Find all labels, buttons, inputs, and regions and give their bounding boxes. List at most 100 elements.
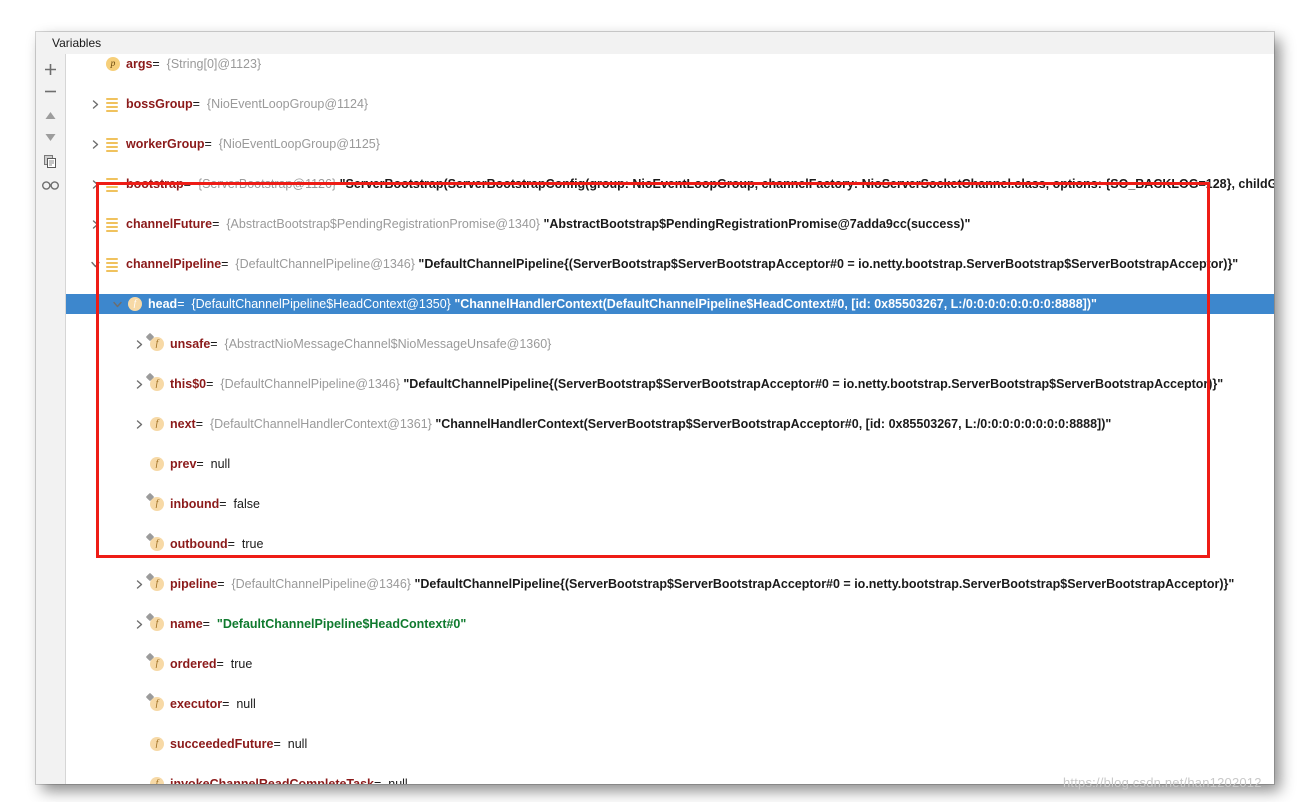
chevron-right-icon[interactable] <box>132 414 146 434</box>
variable-name: head <box>148 297 178 311</box>
tree-row[interactable]: bootstrap = {ServerBootstrap@1126} "Serv… <box>66 174 1274 194</box>
move-up-button[interactable] <box>36 105 65 125</box>
tree-row[interactable]: f inbound = false <box>66 494 1274 514</box>
chevron-right-icon[interactable] <box>88 214 102 234</box>
variable-name: prev <box>170 457 197 471</box>
remove-watch-button[interactable] <box>36 81 65 101</box>
literal-value: false <box>233 497 260 511</box>
variable-name: args <box>126 57 153 71</box>
object-reference: {DefaultChannelHandlerContext@1361} <box>209 417 432 431</box>
variable-name: this$0 <box>170 377 207 391</box>
minus-icon <box>44 85 57 98</box>
string-value: "ChannelHandlerContext(DefaultChannelPip… <box>454 297 1097 311</box>
tree-row[interactable]: f prev = null <box>66 454 1274 474</box>
variable-name: bootstrap <box>126 177 184 191</box>
field-badge-icon: f <box>150 337 164 351</box>
tree-row[interactable]: bossGroup = {NioEventLoopGroup@1124} <box>66 94 1274 114</box>
tree-row[interactable]: channelPipeline = {DefaultChannelPipelin… <box>66 254 1274 274</box>
chevron-right-icon[interactable] <box>88 174 102 194</box>
equals-sign: = <box>212 217 220 231</box>
tree-row[interactable]: f name = "DefaultChannelPipeline$HeadCont… <box>66 614 1274 634</box>
chevron-right-icon[interactable] <box>132 374 146 394</box>
object-reference: {DefaultChannelPipeline@1346} <box>235 257 415 271</box>
equals-sign: = <box>152 57 160 71</box>
tree-row[interactable]: f next = {DefaultChannelHandlerContext@13… <box>66 414 1274 434</box>
equals-sign: = <box>183 177 191 191</box>
variables-toolbar <box>36 54 66 784</box>
chevron-down-icon[interactable] <box>88 254 102 274</box>
object-list-icon <box>106 98 118 112</box>
field-badge-icon: f <box>150 657 164 671</box>
tree-row[interactable]: f unsafe = {AbstractNioMessageChannel$Nio… <box>66 334 1274 354</box>
object-reference: {NioEventLoopGroup@1125} <box>218 137 380 151</box>
string-value: "DefaultChannelPipeline$HeadContext#0" <box>216 617 467 631</box>
tree-row[interactable]: f succeededFuture = null <box>66 734 1274 754</box>
variable-name: pipeline <box>170 577 218 591</box>
equals-sign: = <box>216 657 224 671</box>
object-reference: {AbstractNioMessageChannel$NioMessageUns… <box>224 337 552 351</box>
object-reference: {DefaultChannelPipeline@1346} <box>220 377 400 391</box>
object-reference: {DefaultChannelPipeline@1346} <box>231 577 411 591</box>
equals-sign: = <box>202 617 210 631</box>
variable-name: ordered <box>170 657 217 671</box>
tree-row[interactable]: f outbound = true <box>66 534 1274 554</box>
variable-name: succeededFuture <box>170 737 274 751</box>
variables-tree[interactable]: p args = {String[0]@1123} bossGroup = {Nio… <box>66 54 1274 784</box>
object-list-icon <box>106 178 118 192</box>
variable-name: bossGroup <box>126 97 193 111</box>
equals-sign: = <box>177 297 185 311</box>
tab-bar: Variables <box>36 32 1274 55</box>
chevron-right-icon[interactable] <box>88 134 102 154</box>
tree-row[interactable]: f head = {DefaultChannelPipeline$HeadCont… <box>66 294 1274 314</box>
watermark-text: https://blog.csdn.net/han1202012 <box>1063 775 1262 790</box>
move-down-button[interactable] <box>36 127 65 147</box>
tree-row[interactable]: f executor = null <box>66 694 1274 714</box>
tree-row[interactable]: f pipeline = {DefaultChannelPipeline@1346… <box>66 574 1274 594</box>
variable-name: outbound <box>170 537 228 551</box>
field-badge-icon: f <box>150 537 164 551</box>
string-value: "ServerBootstrap(ServerBootstrapConfig(g… <box>339 177 1274 191</box>
chevron-right-icon[interactable] <box>88 94 102 114</box>
field-badge-icon: f <box>128 297 142 311</box>
field-badge-icon: f <box>150 577 164 591</box>
equals-sign: = <box>195 417 204 431</box>
chevron-down-icon[interactable] <box>110 294 124 314</box>
equals-sign: = <box>206 377 214 391</box>
equals-sign: = <box>192 97 200 111</box>
string-value: "DefaultChannelPipeline{(ServerBootstrap… <box>414 577 1235 591</box>
glasses-icon <box>42 180 59 191</box>
add-watch-button[interactable] <box>36 59 65 79</box>
copy-value-button[interactable] <box>36 151 65 171</box>
tree-row[interactable]: workerGroup = {NioEventLoopGroup@1125} <box>66 134 1274 154</box>
field-badge-icon: f <box>150 777 164 784</box>
equals-sign: = <box>204 137 212 151</box>
inspect-watches-button[interactable] <box>36 175 65 195</box>
variable-name: unsafe <box>170 337 211 351</box>
literal-value: null <box>210 457 231 471</box>
plus-icon <box>44 63 57 76</box>
field-badge-icon: f <box>150 497 164 511</box>
object-reference: {NioEventLoopGroup@1124} <box>206 97 369 111</box>
variable-name: workerGroup <box>126 137 205 151</box>
tab-variables[interactable]: Variables <box>42 32 112 54</box>
variables-panel: Variables p args = {String[0]@1123} bossGr… <box>36 32 1274 784</box>
tree-row[interactable]: f this$0 = {DefaultChannelPipeline@1346} … <box>66 374 1274 394</box>
equals-sign: = <box>210 337 218 351</box>
string-value: "AbstractBootstrap$PendingRegistrationPr… <box>543 217 971 231</box>
literal-value: true <box>230 657 253 671</box>
chevron-right-icon[interactable] <box>132 614 146 634</box>
parameter-badge-icon: p <box>106 57 120 71</box>
field-badge-icon: f <box>150 377 164 391</box>
arrow-up-icon <box>44 110 57 121</box>
tree-row[interactable]: channelFuture = {AbstractBootstrap$Pendi… <box>66 214 1274 234</box>
tree-row[interactable]: p args = {String[0]@1123} <box>66 54 1274 74</box>
string-value: "DefaultChannelPipeline{(ServerBootstrap… <box>403 377 1224 391</box>
field-badge-icon: f <box>150 737 164 751</box>
chevron-right-icon[interactable] <box>132 334 146 354</box>
tree-row[interactable]: f ordered = true <box>66 654 1274 674</box>
variable-name: inbound <box>170 497 220 511</box>
variable-name: name <box>170 617 203 631</box>
equals-sign: = <box>219 497 227 511</box>
field-badge-icon: f <box>150 697 164 711</box>
chevron-right-icon[interactable] <box>132 574 146 594</box>
